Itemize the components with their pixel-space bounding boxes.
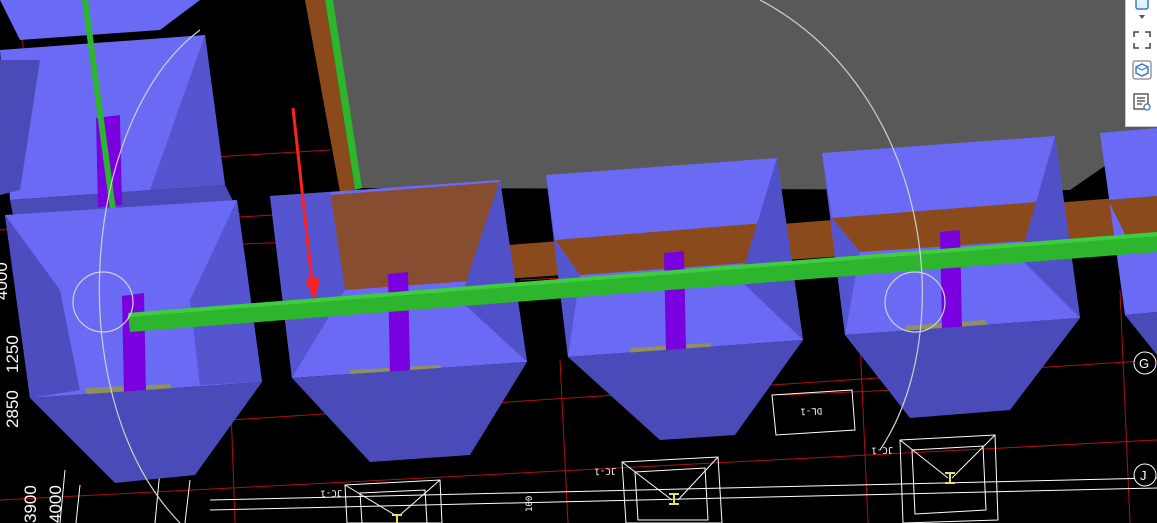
dim-4000-bottom: 4000	[46, 485, 65, 523]
footing-label-jc-3: JC-1	[871, 444, 893, 455]
dim-4000-top: 4000	[0, 262, 11, 300]
axis-bubble-j: J	[1133, 463, 1157, 487]
column	[122, 293, 146, 394]
axis-bubble-g: G	[1133, 351, 1157, 375]
column	[664, 251, 686, 352]
svg-text:G: G	[1139, 356, 1149, 371]
footing-1	[5, 200, 262, 483]
view-toolbar	[1125, 0, 1157, 127]
footing-2	[270, 180, 527, 462]
dim-1250: 1250	[3, 335, 22, 373]
properties-view-icon[interactable]	[1130, 90, 1154, 114]
footing-label-jc-1: JC-1	[320, 487, 342, 498]
footing-back-left	[0, 0, 240, 225]
full-extent-icon[interactable]	[1130, 28, 1154, 52]
footing-label-jc-2: JC-1	[594, 465, 616, 476]
dim-3900: 3900	[21, 485, 40, 523]
3d-model-viewport[interactable]: 4000 1250 2850 3900 4000 DL-1 JC-1 JC-1 …	[0, 0, 1157, 523]
3d-box-icon[interactable]	[1130, 58, 1154, 82]
footing-4	[822, 136, 1080, 418]
dropdown-icon[interactable]	[1130, 10, 1154, 24]
column-section-marks	[392, 472, 955, 523]
note-100: 100	[525, 496, 535, 512]
dim-2850: 2850	[3, 390, 22, 428]
svg-text:J: J	[1140, 468, 1147, 483]
beam-label-dl: DL-1	[800, 405, 822, 416]
column	[940, 230, 962, 330]
footing-3	[546, 158, 803, 440]
column	[388, 272, 410, 374]
